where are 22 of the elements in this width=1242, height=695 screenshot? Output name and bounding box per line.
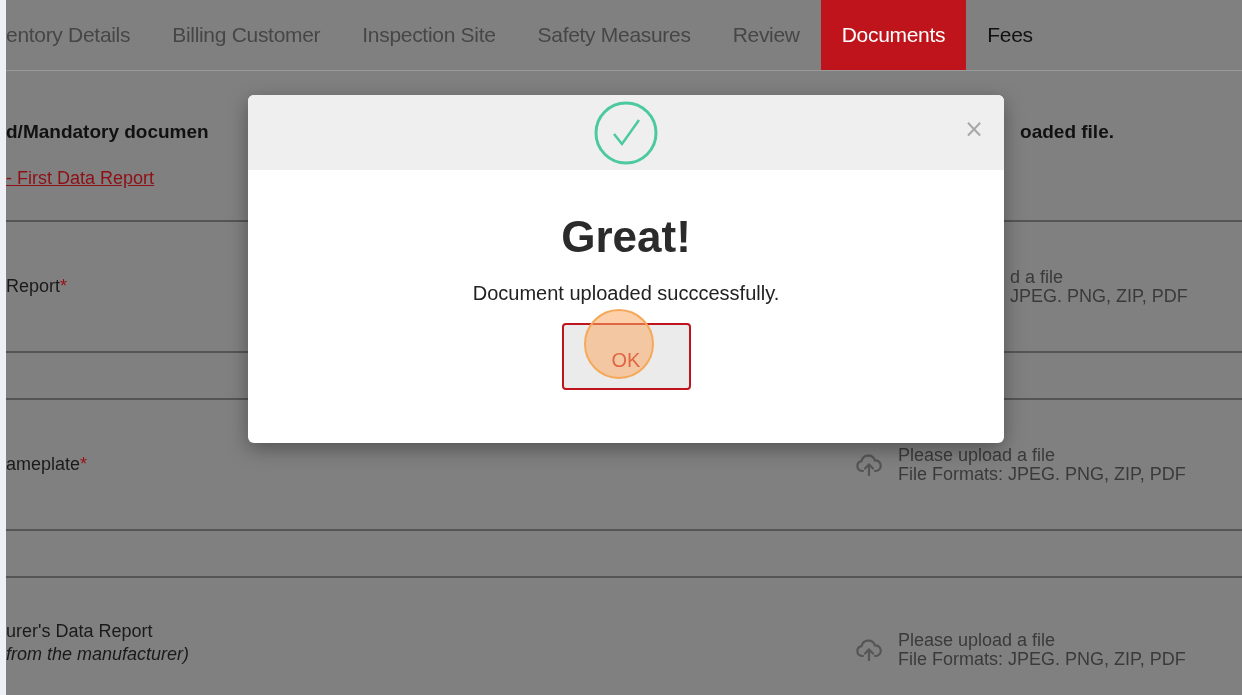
check-circle-icon <box>594 100 658 165</box>
upload-cloud-icon[interactable] <box>856 453 882 476</box>
upload-prompt: Please upload a file <box>898 445 1057 465</box>
step-tab[interactable]: Documents <box>820 0 967 70</box>
dialog-title: Great! <box>561 212 691 262</box>
close-button[interactable]: × <box>963 115 984 143</box>
document-label: Report* <box>6 276 68 297</box>
document-note: from the manufacturer) <box>6 644 190 665</box>
ok-button[interactable]: OK <box>561 323 691 390</box>
upload-prompt: Please upload a file <box>898 631 1057 650</box>
document-label: urer's Data Report <box>6 621 153 642</box>
step-tab[interactable]: Fees <box>966 0 1054 70</box>
upload-prompt: d a file <box>1010 267 1064 287</box>
document-link[interactable]: - First Data Report <box>6 168 155 189</box>
dialog-message: Document uploaded succcessfully. <box>472 282 780 305</box>
file-formats-text: JPEG. PNG, ZIP, PDF <box>1010 286 1188 306</box>
instructions-text: oaded file. <box>1020 121 1114 143</box>
upload-cloud-icon[interactable] <box>856 639 882 661</box>
file-formats-text: File Formats: JPEG. PNG, ZIP, PDF <box>898 650 1186 669</box>
file-formats-text: File Formats: JPEG. PNG, ZIP, PDF <box>898 464 1186 484</box>
document-label: ameplate* <box>6 454 88 475</box>
instructions-text: d/Mandatory documen <box>6 121 209 143</box>
